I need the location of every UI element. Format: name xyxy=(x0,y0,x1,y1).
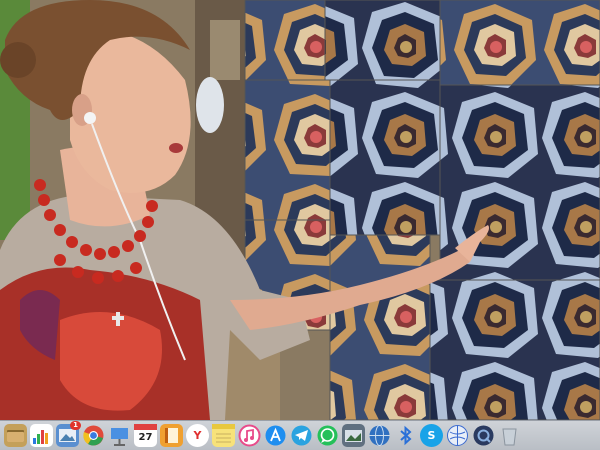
skype-icon[interactable]: S xyxy=(420,424,443,447)
telegram-icon[interactable] xyxy=(290,424,313,447)
trash-icon[interactable] xyxy=(498,424,521,447)
video-frame-image xyxy=(0,0,600,420)
bluetooth-icon[interactable] xyxy=(394,424,417,447)
whatsapp-icon[interactable] xyxy=(316,424,339,447)
dictionary-globe-icon[interactable] xyxy=(446,424,469,447)
finder-folder-icon[interactable] xyxy=(4,424,27,447)
activity-chart-icon[interactable] xyxy=(30,424,53,447)
image-capture-icon[interactable] xyxy=(342,424,365,447)
notification-badge: 1 xyxy=(70,421,81,430)
calendar-icon[interactable]: 27 xyxy=(134,424,157,447)
photos-preview-icon[interactable]: 1 xyxy=(56,421,81,447)
quicktime-icon[interactable] xyxy=(472,424,495,447)
presentation-icon[interactable] xyxy=(108,424,131,447)
macos-dock: 1 27 Y S xyxy=(0,420,600,450)
yandex-browser-icon[interactable]: Y xyxy=(186,424,209,447)
app-store-icon[interactable] xyxy=(264,424,287,447)
globe-network-icon[interactable] xyxy=(368,424,391,447)
video-feed xyxy=(0,0,600,420)
itunes-icon[interactable] xyxy=(238,424,261,447)
notes-icon[interactable] xyxy=(212,424,235,447)
yandex-letter: Y xyxy=(193,429,202,442)
books-icon[interactable] xyxy=(160,424,183,447)
chrome-icon[interactable] xyxy=(82,424,105,447)
calendar-date: 27 xyxy=(138,432,153,443)
skype-letter: S xyxy=(427,429,436,442)
